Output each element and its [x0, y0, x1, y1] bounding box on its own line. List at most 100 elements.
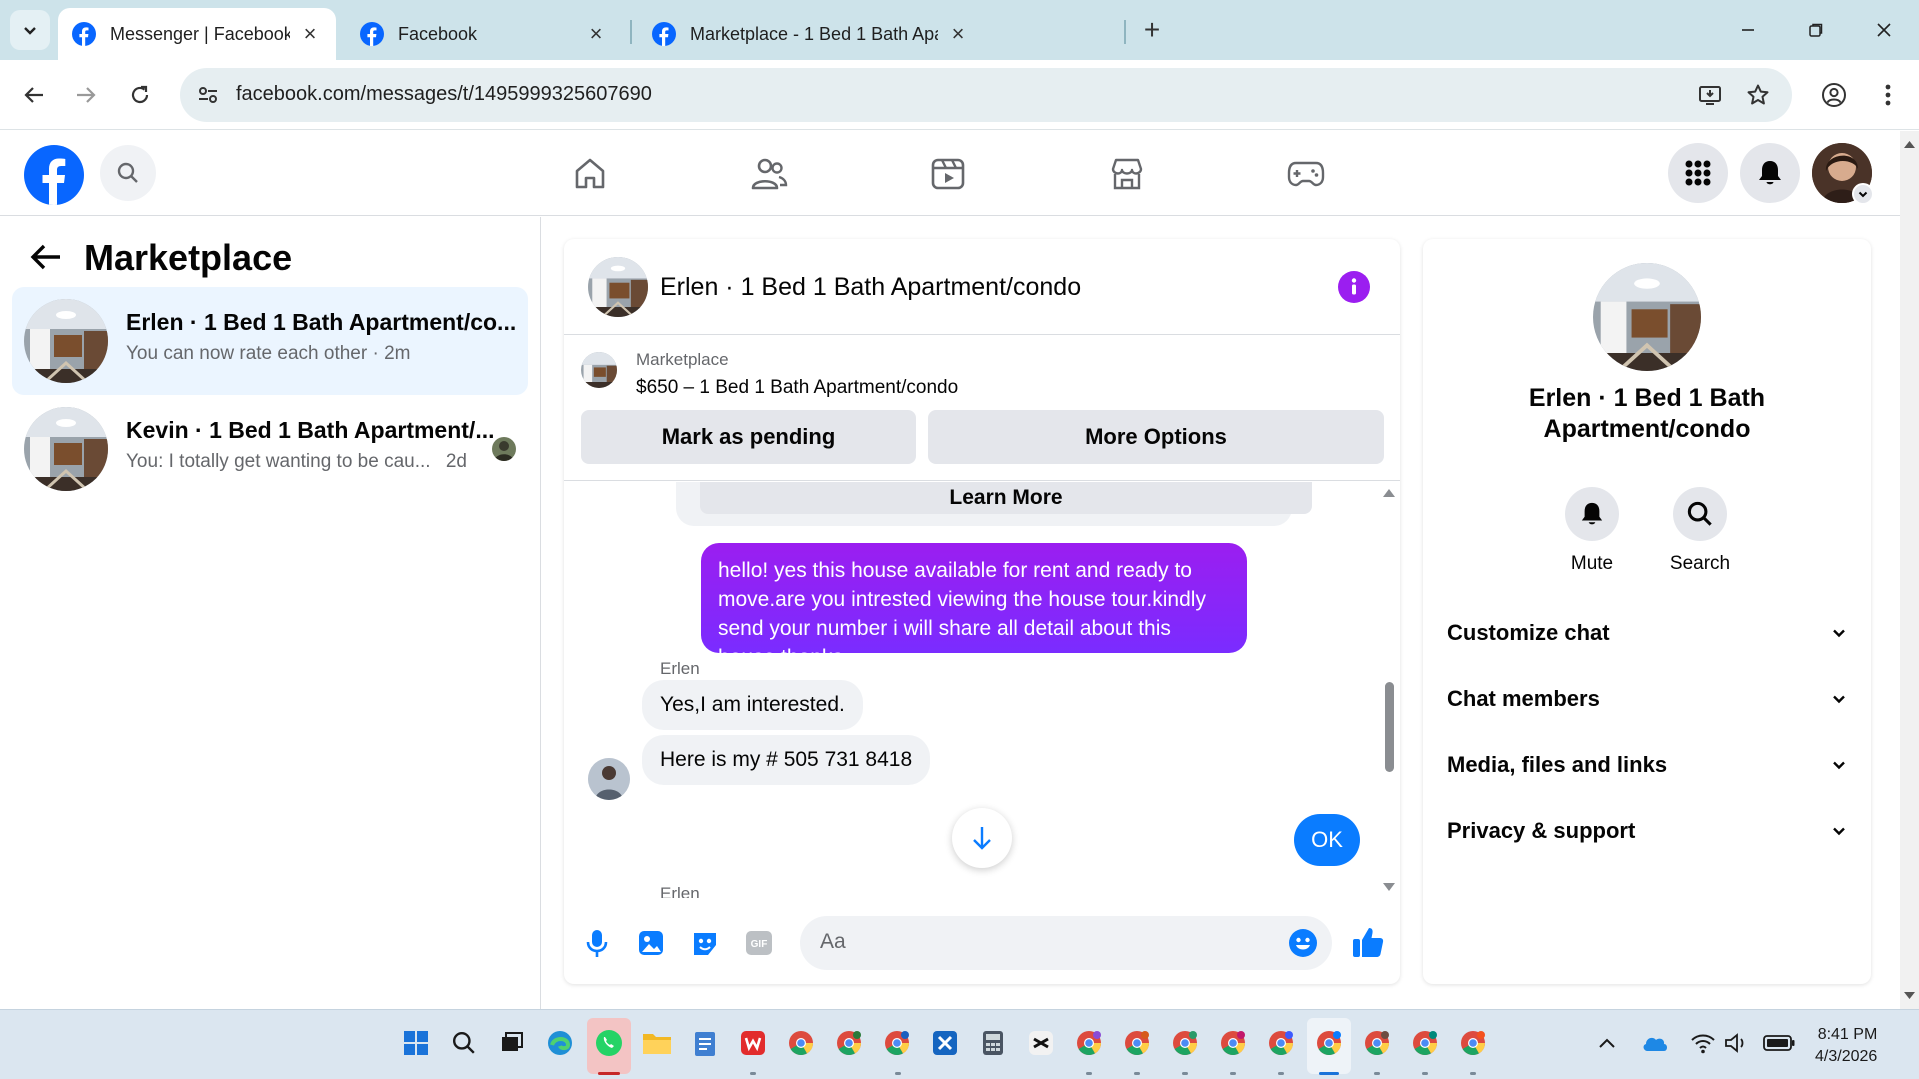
battery-icon[interactable] — [1762, 1026, 1796, 1060]
task-view-button[interactable] — [495, 1026, 529, 1060]
capcut-app-icon[interactable] — [1024, 1026, 1058, 1060]
section-media-files-links[interactable]: Media, files and links — [1447, 745, 1847, 785]
edge-app-icon[interactable] — [543, 1026, 577, 1060]
message-input[interactable]: Aa — [800, 916, 1332, 970]
mute-button[interactable] — [1565, 487, 1619, 541]
mark-as-pending-button[interactable]: Mark as pending — [581, 410, 916, 464]
incoming-message[interactable]: Yes,I am interested. — [642, 680, 863, 730]
back-button[interactable] — [14, 75, 54, 115]
sticker-icon[interactable] — [688, 926, 722, 960]
wps-app-icon[interactable] — [736, 1026, 770, 1060]
search-action[interactable]: Search — [1660, 487, 1740, 575]
nav-video[interactable] — [908, 149, 988, 199]
tab-search-button[interactable] — [10, 10, 50, 50]
section-customize-chat[interactable]: Customize chat — [1447, 613, 1847, 653]
notifications-button[interactable] — [1740, 143, 1800, 203]
minimize-button[interactable] — [1726, 10, 1770, 50]
page-scrollbar[interactable] — [1900, 131, 1919, 1009]
gif-icon[interactable]: GIF — [742, 926, 776, 960]
outgoing-message[interactable]: hello! yes this house available for rent… — [701, 543, 1247, 669]
bookmark-star-icon[interactable] — [1744, 81, 1772, 109]
tab-marketplace[interactable]: Marketplace - 1 Bed 1 Bath Apartment/con… — [638, 8, 1116, 60]
chrome-profile-app-icon[interactable] — [880, 1026, 914, 1060]
thumbs-up-icon[interactable] — [1348, 922, 1388, 962]
reload-button[interactable] — [120, 75, 160, 115]
tab-facebook[interactable]: Facebook × — [346, 8, 622, 60]
new-tab-button[interactable]: + — [1136, 14, 1168, 46]
nav-marketplace[interactable] — [1087, 149, 1167, 199]
show-hidden-icons-button[interactable] — [1590, 1026, 1624, 1060]
browser-menu-button[interactable] — [1868, 75, 1908, 115]
chrome-profile-app-icon[interactable] — [1264, 1026, 1298, 1060]
scroll-down-arrow-icon[interactable] — [1382, 882, 1396, 894]
forward-button[interactable] — [66, 75, 106, 115]
nav-friends[interactable] — [729, 149, 809, 199]
volume-icon[interactable] — [1720, 1026, 1754, 1060]
facebook-search-button[interactable] — [100, 145, 156, 201]
chat-item-erlen[interactable]: Erlen · 1 Bed 1 Bath Apartment/co... You… — [12, 287, 528, 395]
message-scrollbar[interactable] — [1382, 482, 1396, 902]
install-app-icon[interactable] — [1696, 81, 1724, 109]
scroll-up-arrow-icon[interactable] — [1900, 137, 1919, 151]
learn-more-button[interactable]: Learn More — [700, 482, 1312, 514]
more-options-button[interactable]: More Options — [928, 410, 1384, 464]
file-explorer-icon[interactable] — [640, 1026, 674, 1060]
system-clock[interactable]: 8:41 PM 4/3/2026 — [1815, 1024, 1877, 1068]
conversation-avatar[interactable] — [588, 257, 648, 317]
close-window-button[interactable] — [1862, 10, 1906, 50]
close-tab-icon[interactable]: × — [298, 21, 322, 46]
menu-button[interactable] — [1668, 143, 1728, 203]
emoji-icon[interactable] — [1288, 928, 1318, 958]
search-button[interactable] — [1673, 487, 1727, 541]
close-tab-icon[interactable]: × — [946, 21, 970, 46]
calculator-app-icon[interactable] — [976, 1026, 1010, 1060]
account-chevron-icon[interactable] — [1852, 183, 1874, 205]
chrome-profile-app-icon[interactable] — [1168, 1026, 1202, 1060]
chrome-profile-app-icon[interactable] — [1408, 1026, 1442, 1060]
chat-item-kevin[interactable]: Kevin · 1 Bed 1 Bath Apartment/... You: … — [12, 395, 528, 503]
whatsapp-app-icon[interactable] — [592, 1026, 626, 1060]
facebook-logo-icon[interactable] — [24, 145, 84, 205]
microphone-icon[interactable] — [580, 926, 614, 960]
address-bar[interactable]: facebook.com/messages/t/1495999325607690 — [180, 68, 1792, 122]
chrome-profile-app-icon[interactable] — [1216, 1026, 1250, 1060]
taskbar-search-button[interactable] — [447, 1026, 481, 1060]
scroll-down-arrow-icon[interactable] — [1900, 989, 1919, 1003]
nav-home[interactable] — [550, 149, 630, 199]
search-icon — [1687, 501, 1712, 526]
scroll-up-arrow-icon[interactable] — [1382, 486, 1396, 498]
section-chat-members[interactable]: Chat members — [1447, 679, 1847, 719]
chrome-profile-app-icon[interactable] — [1072, 1026, 1106, 1060]
outgoing-message[interactable]: OK — [1294, 814, 1360, 866]
listing-title[interactable]: $650 – 1 Bed 1 Bath Apartment/condo — [636, 377, 958, 399]
chrome-app-icon[interactable] — [784, 1026, 818, 1060]
mute-action[interactable]: Mute — [1552, 487, 1632, 575]
scrollbar-thumb[interactable] — [1385, 682, 1394, 772]
photo-icon[interactable] — [634, 926, 668, 960]
scroll-to-bottom-button[interactable] — [952, 808, 1012, 868]
start-button[interactable] — [399, 1026, 433, 1060]
incoming-message[interactable]: Here is my # 505 731 8418 — [642, 735, 931, 785]
site-info-icon[interactable] — [194, 81, 222, 109]
close-tab-icon[interactable]: × — [584, 21, 608, 46]
back-arrow-button[interactable] — [28, 239, 64, 275]
notepad-app-icon[interactable] — [688, 1026, 722, 1060]
section-privacy-support[interactable]: Privacy & support — [1447, 811, 1847, 851]
vscode-app-icon[interactable] — [928, 1026, 962, 1060]
onedrive-icon[interactable] — [1638, 1026, 1672, 1060]
chrome-profile-app-icon[interactable] — [1456, 1026, 1490, 1060]
chrome-profile-app-icon[interactable] — [1312, 1026, 1346, 1060]
sender-avatar[interactable] — [588, 758, 630, 800]
wifi-icon[interactable] — [1686, 1026, 1720, 1060]
chrome-profile-app-icon[interactable] — [1360, 1026, 1394, 1060]
conversation-title[interactable]: Erlen · 1 Bed 1 Bath Apartment/condo — [660, 273, 1081, 302]
profile-button[interactable] — [1814, 75, 1854, 115]
info-button[interactable] — [1338, 271, 1370, 303]
tab-messenger[interactable]: Messenger | Facebook × — [58, 8, 336, 60]
restore-button[interactable] — [1794, 10, 1838, 50]
chrome-profile-app-icon[interactable] — [1120, 1026, 1154, 1060]
chat-avatar[interactable] — [1593, 263, 1701, 371]
url-text[interactable]: facebook.com/messages/t/1495999325607690 — [236, 83, 652, 106]
chrome-profile-app-icon[interactable] — [832, 1026, 866, 1060]
nav-gaming[interactable] — [1266, 149, 1346, 199]
